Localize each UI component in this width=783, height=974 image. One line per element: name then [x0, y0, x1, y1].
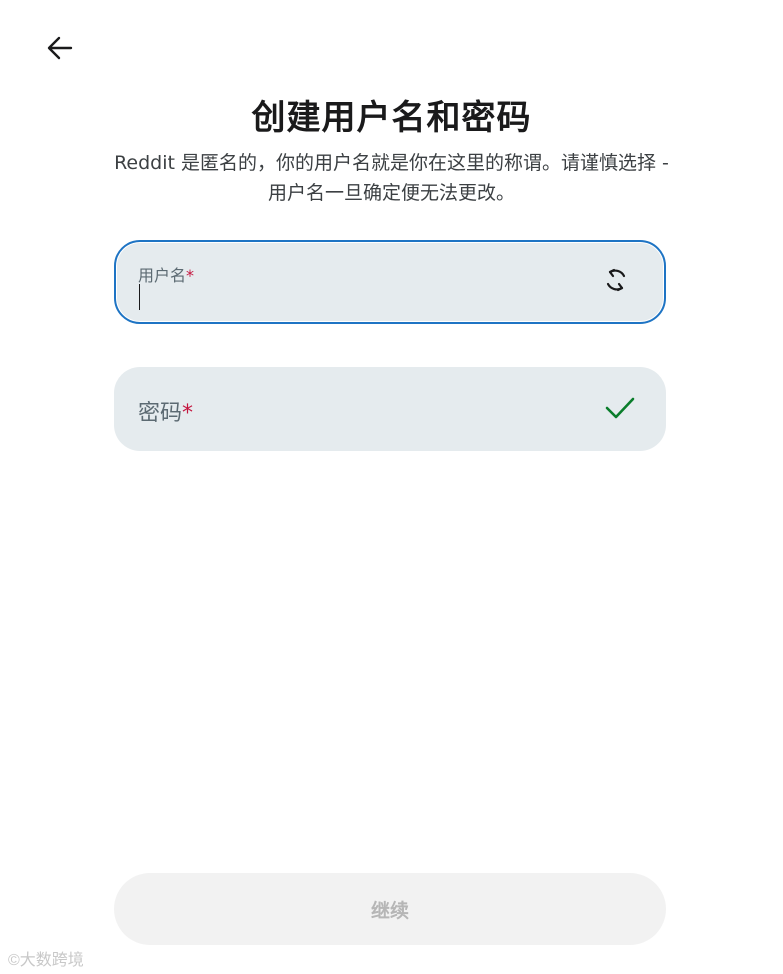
- watermark: ©大数跨境: [8, 952, 84, 969]
- username-label-text: 用户名: [138, 266, 187, 285]
- page-title: 创建用户名和密码: [251, 98, 532, 138]
- password-label: 密码*: [138, 395, 193, 427]
- text-caret: [139, 284, 140, 310]
- required-marker: *: [182, 401, 194, 426]
- back-button[interactable]: [40, 30, 80, 70]
- arrow-left-icon: [45, 33, 75, 67]
- required-marker: *: [186, 266, 195, 285]
- continue-button[interactable]: 继续: [114, 873, 666, 945]
- regenerate-username-button[interactable]: [600, 266, 632, 298]
- username-label: 用户名*: [138, 262, 194, 286]
- username-field[interactable]: 用户名*: [114, 240, 666, 324]
- page-subtitle: Reddit 是匿名的，你的用户名就是你在这里的称谓。请谨慎选择 - 用户名一旦…: [114, 152, 669, 204]
- password-field[interactable]: 密码*: [114, 367, 666, 451]
- password-label-text: 密码: [138, 401, 183, 426]
- checkmark-icon: [604, 391, 636, 427]
- password-valid-indicator: [604, 393, 636, 425]
- refresh-icon: [601, 265, 631, 299]
